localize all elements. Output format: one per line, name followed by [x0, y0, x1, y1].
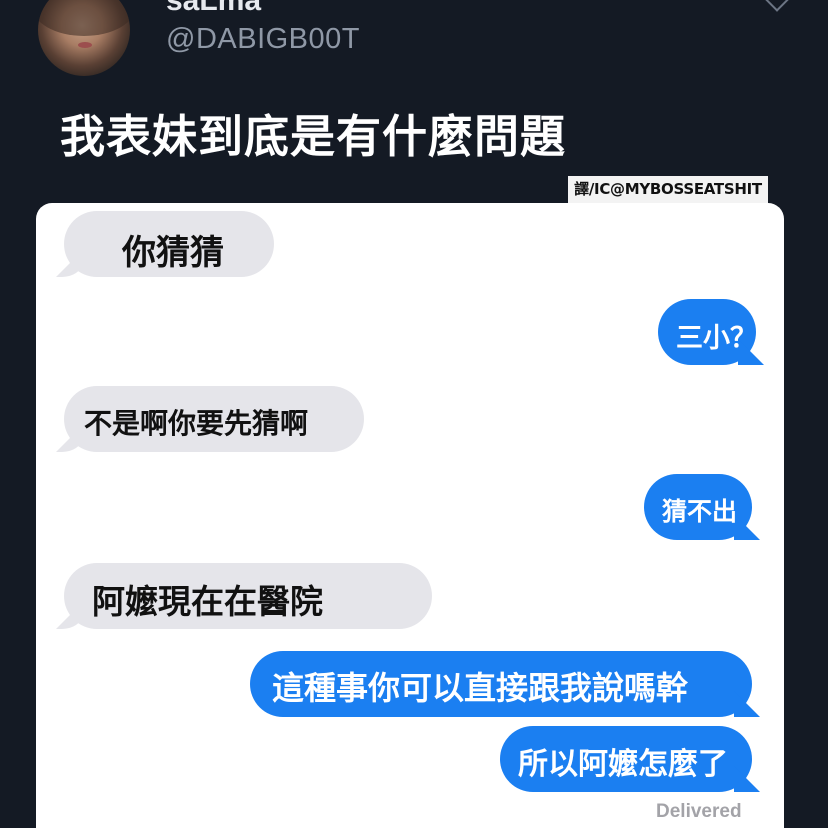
bubble-tail	[56, 251, 82, 277]
bubble-tail	[56, 426, 82, 452]
message-bubble-received: 阿嬤現在在醫院	[56, 563, 432, 629]
message-text: 你猜猜	[122, 233, 224, 273]
chat-screenshot: 你猜猜 三小？ 不是啊你要先猜啊 猜不出 阿嬤現在在醫院 這種事你可以直接跟我說…	[36, 203, 784, 828]
message-text: 這種事你可以直接跟我說嗎幹	[272, 669, 689, 707]
message-bubble-received: 不是啊你要先猜啊	[56, 386, 364, 452]
message-text: 不是啊你要先猜啊	[84, 407, 309, 440]
avatar[interactable]	[38, 0, 130, 76]
message-bubble-sent: 所以阿嬤怎麼了	[500, 726, 760, 792]
message-text: 阿嬤現在在醫院	[92, 582, 323, 621]
tweet-text: 我表妹到底是有什麼問題	[60, 110, 567, 163]
message-text: 猜不出	[662, 497, 738, 526]
avatar-hair	[38, 0, 130, 36]
user-handle[interactable]: @DABIGB00T	[166, 25, 360, 54]
message-text: 三小？	[676, 323, 757, 354]
message-bubble-sent: 這種事你可以直接跟我說嗎幹	[250, 651, 760, 717]
message-bubble-received: 你猜猜	[56, 211, 274, 277]
message-bubble-sent: 三小？	[658, 299, 764, 365]
message-text: 所以阿嬤怎麼了	[518, 747, 728, 782]
tweet-screenshot: saLma @DABIGB00T 我表妹到底是有什麼問題 你猜猜 三小？ 不是啊…	[0, 0, 828, 828]
avatar-lips	[78, 42, 92, 48]
chevron-down-icon[interactable]	[764, 0, 790, 12]
delivery-status: Delivered	[656, 801, 742, 822]
translation-credit: 譯/IC@MYBOSSEATSHIT	[568, 176, 768, 203]
message-bubble-sent: 猜不出	[644, 474, 760, 540]
bubble-tail	[56, 603, 82, 629]
display-name[interactable]: saLma	[166, 0, 261, 16]
